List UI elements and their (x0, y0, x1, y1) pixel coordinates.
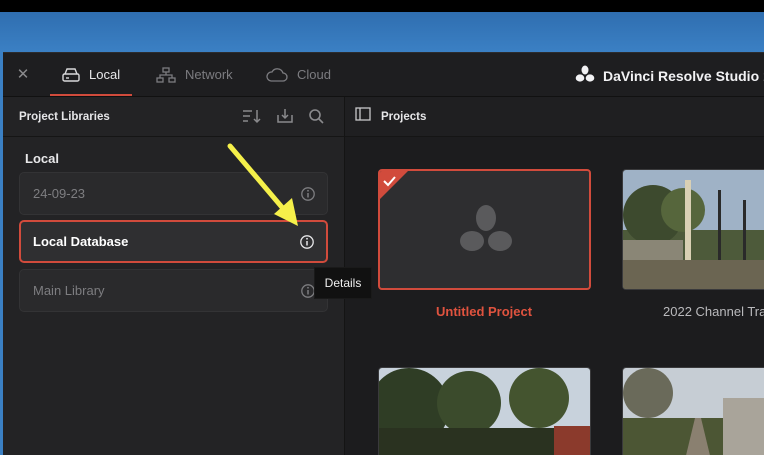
drive-icon (62, 67, 80, 82)
trees-image (379, 368, 590, 455)
library-label: Main Library (33, 283, 105, 298)
sort-icon[interactable] (242, 108, 262, 129)
tab-label: Network (185, 67, 233, 82)
project-thumbnail[interactable] (378, 367, 591, 455)
section-label-local: Local (25, 151, 59, 166)
project-name: 2022 Channel Tra (663, 304, 764, 319)
project-thumbnail[interactable] (622, 169, 764, 290)
panel-title: Project Libraries (19, 110, 110, 123)
project-thumbnail[interactable] (622, 367, 764, 455)
library-item[interactable]: Main Library (19, 269, 328, 312)
selected-check-icon (380, 171, 408, 204)
import-icon[interactable] (276, 108, 294, 129)
annotation-arrow-icon (227, 143, 298, 226)
sidebar-toggle-icon[interactable] (355, 107, 371, 126)
projects-panel: Projects Untitled Project 2022 Channel T… (345, 97, 764, 455)
tab-network[interactable]: Network (144, 53, 245, 96)
network-icon (156, 66, 176, 83)
tab-label: Cloud (297, 67, 331, 82)
project-name: Untitled Project (436, 304, 533, 319)
search-icon[interactable] (308, 108, 326, 129)
davinci-logo-icon (575, 65, 595, 86)
panel-title: Projects (381, 110, 427, 123)
app-title: DaVinci Resolve Studio 18 (603, 67, 764, 84)
tab-label: Local (89, 67, 121, 82)
railway-image (623, 368, 764, 455)
cloud-icon (266, 67, 288, 82)
panel-header: Projects (345, 97, 764, 137)
tab-local[interactable]: Local (50, 53, 133, 96)
project-manager-window: ✕ Local Network Cloud DaVinci Resolve St… (3, 52, 764, 455)
library-label: Local Database (33, 234, 129, 249)
tab-cloud[interactable]: Cloud (254, 53, 343, 96)
details-tooltip: Details (314, 267, 372, 299)
panel-toolbar (242, 108, 326, 129)
app-brand: DaVinci Resolve Studio 18 (575, 65, 764, 86)
library-label: 24-09-23 (33, 186, 86, 201)
railway-image (623, 170, 764, 289)
panel-header: Project Libraries (3, 97, 344, 137)
top-bar: ✕ Local Network Cloud DaVinci Resolve St… (3, 53, 764, 97)
close-icon[interactable]: ✕ (15, 66, 31, 82)
davinci-logo-icon (459, 204, 513, 259)
project-thumbnail-selected[interactable] (378, 169, 591, 290)
